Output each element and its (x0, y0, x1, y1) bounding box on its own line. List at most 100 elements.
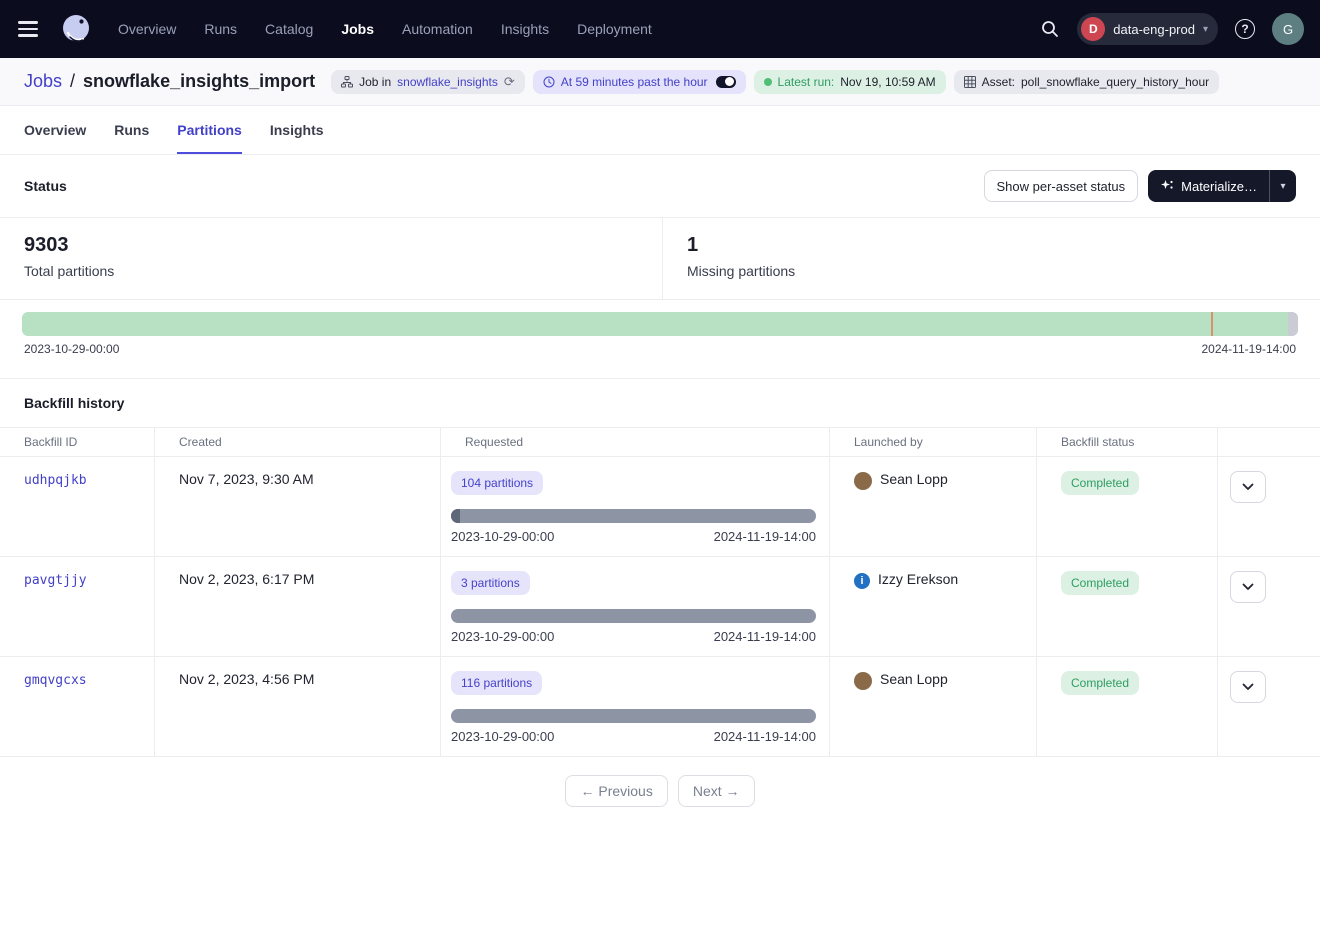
tab-runs[interactable]: Runs (114, 106, 149, 154)
range-start-label: 2023-10-29-00:00 (451, 629, 554, 644)
range-end-label: 2024-11-19-14:00 (1201, 342, 1296, 356)
launched-by-name: Sean Lopp (880, 471, 948, 487)
reload-icon[interactable]: ⟳ (504, 74, 515, 90)
created-cell: Nov 7, 2023, 9:30 AM (155, 457, 441, 556)
col-actions (1218, 428, 1320, 456)
actions-cell (1218, 557, 1320, 656)
latest-run-badge: Latest run: Nov 19, 10:59 AM (754, 70, 946, 94)
range-end-label: 2024-11-19-14:00 (714, 629, 816, 644)
nav-item-insights[interactable]: Insights (501, 21, 549, 37)
schedule-label: At 59 minutes past the hour (561, 75, 708, 89)
status-badge: Completed (1061, 471, 1139, 495)
row-expand-button[interactable] (1230, 571, 1266, 603)
partitions-count-badge[interactable]: 3 partitions (451, 571, 530, 595)
row-expand-button[interactable] (1230, 471, 1266, 503)
requested-cell: 3 partitions 2023-10-29-00:00 2024-11-19… (441, 557, 830, 656)
total-partitions-cell: 9303 Total partitions (0, 218, 663, 299)
status-cell: Completed (1037, 557, 1218, 656)
requested-cell: 116 partitions 2023-10-29-00:00 2024-11-… (441, 657, 830, 756)
asset-grid-icon (964, 76, 976, 88)
nav-item-catalog[interactable]: Catalog (265, 21, 313, 37)
status-header-row: Status Show per-asset status Materialize… (0, 155, 1320, 217)
nav-item-overview[interactable]: Overview (118, 21, 176, 37)
job-location-badge: Job in snowflake_insights ⟳ (331, 70, 525, 94)
missing-partitions-value: 1 (687, 234, 795, 257)
chevron-down-icon: ▾ (1203, 24, 1208, 35)
nav-item-automation[interactable]: Automation (402, 21, 473, 37)
status-cell: Completed (1037, 457, 1218, 556)
materialize-split-button: Materialize… ▾ (1148, 170, 1296, 202)
backfill-range-labels: 2023-10-29-00:00 2024-11-19-14:00 (451, 629, 816, 644)
tab-overview[interactable]: Overview (24, 106, 86, 154)
launched-by-name: Sean Lopp (880, 671, 948, 687)
next-page-button[interactable]: Next → (678, 775, 755, 807)
partitions-count-badge[interactable]: 104 partitions (451, 471, 543, 495)
nav-item-runs[interactable]: Runs (204, 21, 237, 37)
asset-prefix: Asset: (982, 75, 1015, 89)
breadcrumb-bar: Jobs / snowflake_insights_import Job in … (0, 58, 1320, 106)
tab-insights[interactable]: Insights (270, 106, 324, 154)
nav-item-jobs[interactable]: Jobs (341, 21, 374, 37)
backfill-id-link[interactable]: udhpqjkb (24, 473, 87, 488)
schedule-toggle[interactable] (716, 76, 736, 88)
backfill-id-cell: udhpqjkb (0, 457, 155, 556)
backfill-id-cell: gmqvgcxs (0, 657, 155, 756)
table-row: gmqvgcxs Nov 2, 2023, 4:56 PM 116 partit… (0, 657, 1320, 757)
actions-cell (1218, 457, 1320, 556)
schedule-badge: At 59 minutes past the hour (533, 70, 746, 94)
asset-badge: Asset: poll_snowflake_query_history_hour (954, 70, 1219, 94)
primary-nav: Overview Runs Catalog Jobs Automation In… (118, 21, 652, 37)
backfill-progress-bar (451, 709, 816, 723)
job-graph-icon (341, 76, 353, 88)
search-icon[interactable] (1033, 12, 1067, 46)
backfill-id-cell: pavgtjjy (0, 557, 155, 656)
menu-icon[interactable] (16, 15, 44, 43)
latest-run-prefix: Latest run: (778, 75, 835, 89)
requested-cell: 104 partitions 2023-10-29-00:00 2024-11-… (441, 457, 830, 556)
dagster-logo-icon[interactable] (56, 9, 96, 49)
deployment-switcher[interactable]: D data-eng-prod ▾ (1077, 13, 1218, 45)
table-row: pavgtjjy Nov 2, 2023, 6:17 PM 3 partitio… (0, 557, 1320, 657)
partition-health-bar[interactable] (22, 312, 1298, 336)
partitions-count-badge[interactable]: 116 partitions (451, 671, 542, 695)
deployment-badge: D (1081, 17, 1105, 41)
col-requested: Requested (441, 428, 830, 456)
missing-partitions-label: Missing partitions (687, 263, 795, 279)
row-expand-button[interactable] (1230, 671, 1266, 703)
job-location-prefix: Job in (359, 75, 391, 89)
backfill-id-link[interactable]: gmqvgcxs (24, 673, 87, 688)
backfill-id-link[interactable]: pavgtjjy (24, 573, 87, 588)
backfill-progress-bar (451, 509, 816, 523)
backfill-range-labels: 2023-10-29-00:00 2024-11-19-14:00 (451, 729, 816, 744)
breadcrumb-jobs-link[interactable]: Jobs (24, 71, 62, 92)
backfill-range-labels: 2023-10-29-00:00 2024-11-19-14:00 (451, 529, 816, 544)
launched-by-cell: Sean Lopp (830, 657, 1037, 756)
materialize-caret-button[interactable]: ▾ (1270, 170, 1296, 202)
asset-name[interactable]: poll_snowflake_query_history_hour (1021, 75, 1209, 89)
table-row: udhpqjkb Nov 7, 2023, 9:30 AM 104 partit… (0, 457, 1320, 557)
status-badge: Completed (1061, 571, 1139, 595)
partition-range-labels: 2023-10-29-00:00 2024-11-19-14:00 (22, 336, 1298, 366)
help-icon[interactable]: ? (1228, 12, 1262, 46)
previous-page-button[interactable]: ← Previous (565, 775, 667, 807)
page-tabs: Overview Runs Partitions Insights (0, 106, 1320, 155)
created-cell: Nov 2, 2023, 4:56 PM (155, 657, 441, 756)
materialize-button[interactable]: Materialize… (1148, 170, 1269, 202)
sparkle-icon (1160, 179, 1174, 193)
show-per-asset-status-button[interactable]: Show per-asset status (984, 170, 1139, 202)
user-avatar[interactable]: G (1272, 13, 1304, 45)
avatar (854, 472, 872, 490)
chevron-down-icon (1242, 483, 1254, 491)
nav-item-deployment[interactable]: Deployment (577, 21, 652, 37)
backfill-progress-bar (451, 609, 816, 623)
job-location-link[interactable]: snowflake_insights (397, 75, 498, 89)
latest-run-time[interactable]: Nov 19, 10:59 AM (840, 75, 935, 89)
missing-partition-marker (1211, 312, 1213, 336)
range-end-label: 2024-11-19-14:00 (714, 529, 816, 544)
avatar: i (854, 573, 870, 589)
status-title: Status (24, 178, 67, 194)
col-created: Created (155, 428, 441, 456)
partition-health-section: 2023-10-29-00:00 2024-11-19-14:00 (0, 300, 1320, 378)
backfill-table-header: Backfill ID Created Requested Launched b… (0, 427, 1320, 457)
tab-partitions[interactable]: Partitions (177, 106, 242, 154)
